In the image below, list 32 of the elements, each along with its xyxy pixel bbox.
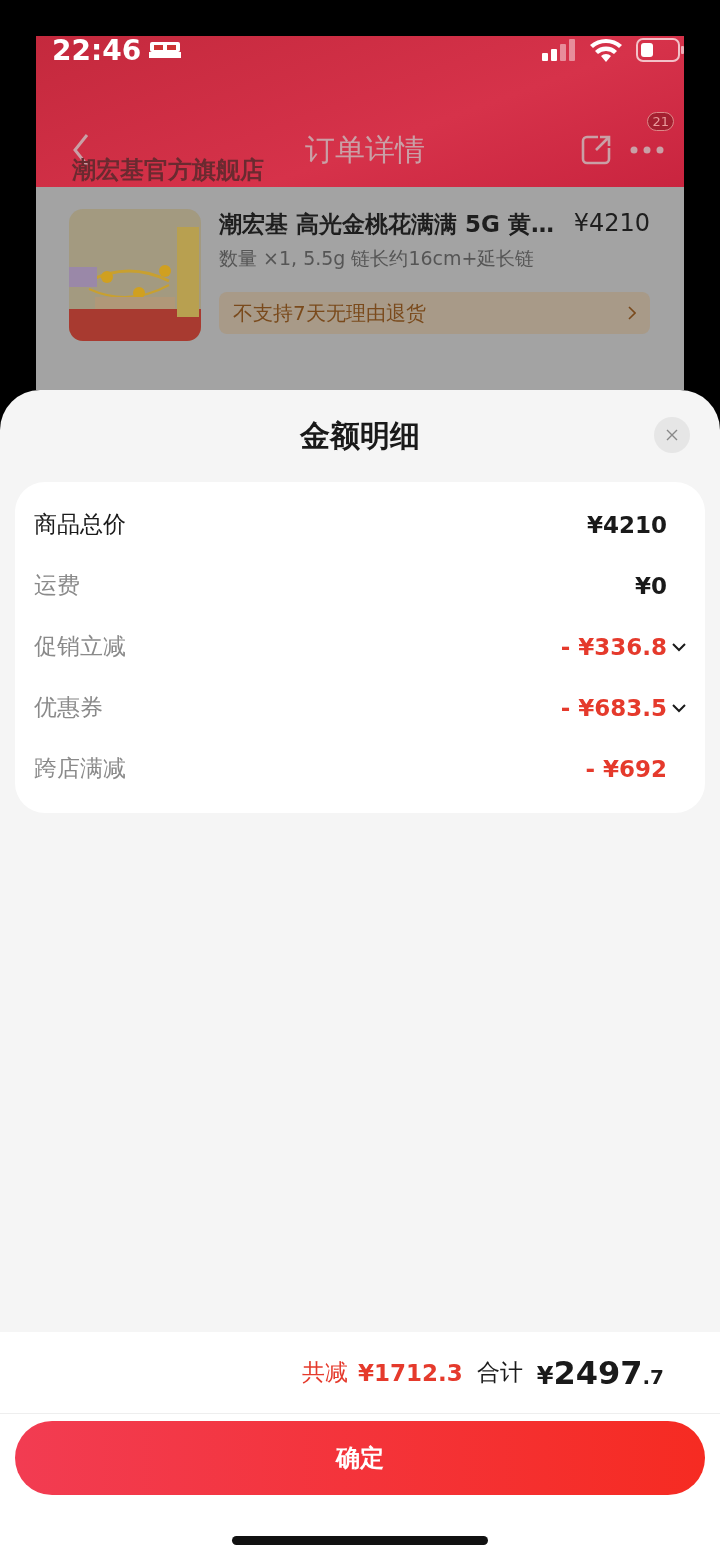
return-notice[interactable]: 不支持7天无理由退货 [219,292,650,334]
signal-icon [542,39,576,61]
amount-label: 跨店满减 [34,754,127,783]
discount-total: ¥1712.3 [357,1359,463,1386]
clock-time: 22:46 [52,33,142,67]
amount-value: ¥0 [635,572,667,599]
amount-value: ¥4210 [586,511,667,538]
amount-label: 商品总价 [34,510,127,539]
discount-label: 共减 [301,1358,348,1387]
message-count-badge: 21 [647,112,674,131]
close-icon [666,429,678,441]
store-name[interactable]: 潮宏基官方旗舰店 [72,157,264,183]
sheet-title: 金额明细 [300,416,420,455]
chevron-down-icon[interactable] [671,641,687,652]
wifi-icon [590,38,622,62]
amount-label: 优惠券 [34,693,104,722]
total-label: 合计 [476,1358,523,1387]
chevron-right-icon [628,306,636,320]
amount-value: - ¥692 [585,755,667,782]
amount-value: - ¥336.8 [560,633,667,660]
total-amount: ¥2497.7 [536,1353,664,1392]
chevron-down-icon[interactable] [671,702,687,713]
amount-label: 促销立减 [34,632,127,661]
product-name: 潮宏基 高光金桃花满满 5G 黄… [219,210,554,239]
bed-icon [149,40,182,60]
product-spec: 数量 ×1, 5.5g 链长约16cm+延长链 [219,246,536,271]
amount-value: - ¥683.5 [560,694,667,721]
page-title: 订单详情 [305,132,425,167]
confirm-button[interactable]: 确定 [15,1421,705,1495]
product-price: ¥4210 [573,209,650,239]
battery-icon [636,38,684,62]
amount-label: 运费 [34,571,81,600]
